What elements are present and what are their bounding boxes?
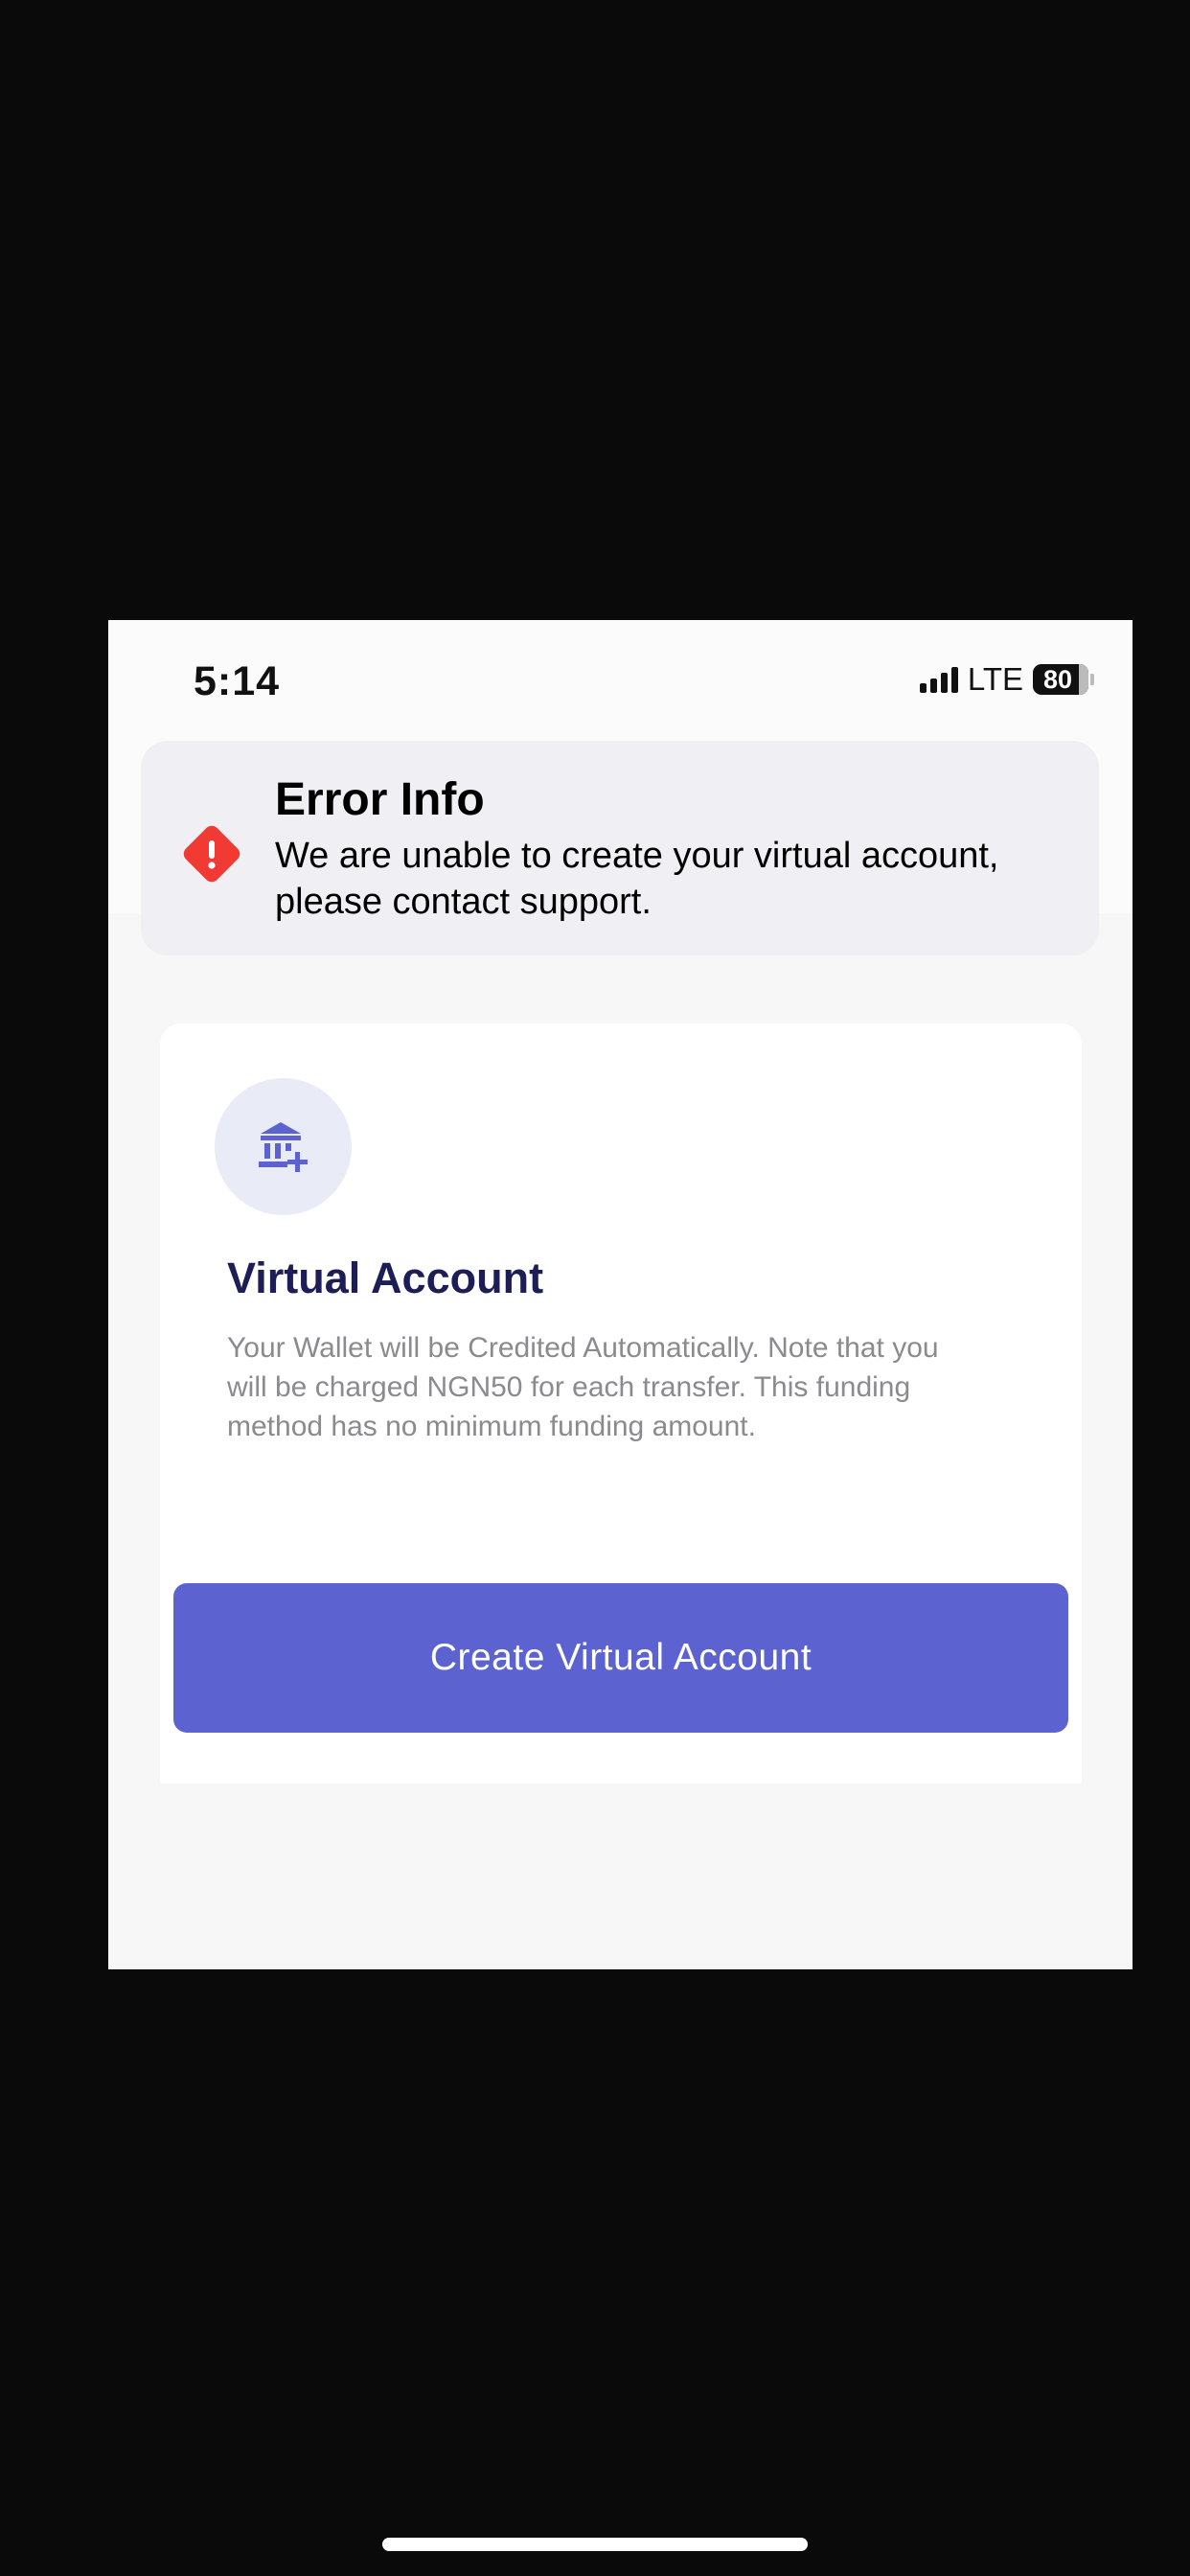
- create-virtual-account-button[interactable]: Create Virtual Account: [173, 1583, 1068, 1733]
- status-indicators: LTE 80: [919, 661, 1094, 697]
- signal-icon: [919, 666, 958, 693]
- home-indicator[interactable]: [382, 2538, 808, 2551]
- battery-level: 80: [1042, 664, 1073, 694]
- virtual-account-card: Virtual Account Your Wallet will be Cred…: [160, 1024, 1082, 1783]
- status-time: 5:14: [194, 658, 281, 704]
- error-title: Error Info: [275, 774, 485, 825]
- card-title: Virtual Account: [227, 1254, 544, 1302]
- warning-diamond-icon: [177, 819, 246, 888]
- status-bar: 5:14 LTE 80: [108, 620, 1133, 725]
- error-banner: Error Info We are unable to create your …: [141, 741, 1099, 955]
- network-type: LTE: [967, 661, 1023, 697]
- card-description: Your Wallet will be Credited Automatical…: [227, 1332, 939, 1442]
- app-screen: 5:14 LTE 80 Error Info We are unable to …: [108, 620, 1133, 1969]
- error-message: We are unable to create your virtual acc…: [275, 836, 999, 922]
- battery-icon: 80: [1033, 664, 1094, 695]
- bank-add-icon: [215, 1078, 352, 1215]
